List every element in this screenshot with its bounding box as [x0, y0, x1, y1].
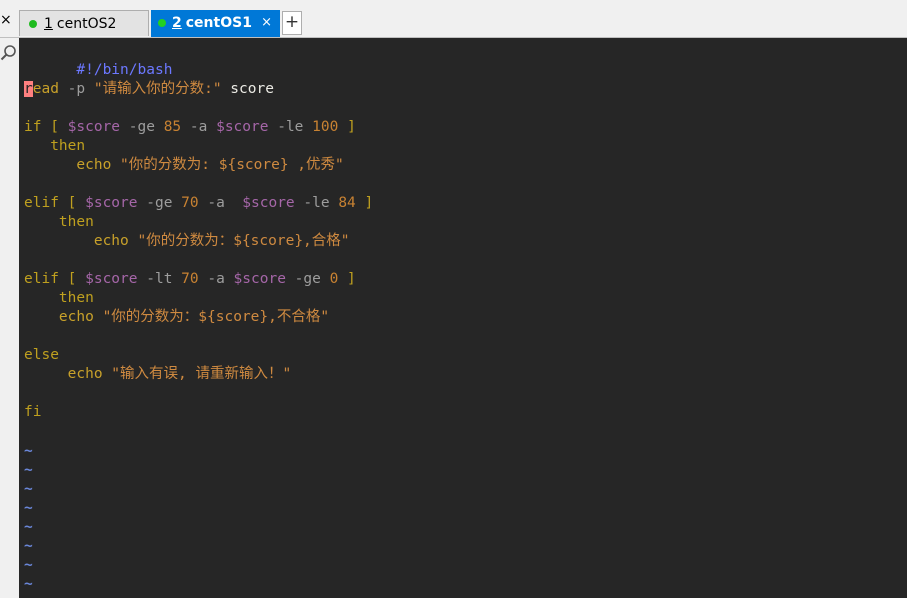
empty-line-marker: ~: [24, 557, 33, 573]
variable: $score: [85, 195, 138, 211]
read-prompt-string: "请输入你的分数:": [93, 81, 222, 97]
operator: -a: [198, 195, 243, 211]
read-option: -p: [58, 81, 94, 97]
operator: -ge: [137, 195, 182, 211]
code-line-elif: elif [ $score -ge 70 -a $score -le 84 ]: [24, 194, 373, 213]
tab-centos1[interactable]: 2 centOS1 ×: [151, 10, 280, 37]
close-all-icon[interactable]: ×: [0, 12, 12, 28]
tab-close-icon[interactable]: ×: [261, 10, 272, 36]
empty-line-marker: ~: [24, 462, 33, 478]
variable: $score: [85, 271, 138, 287]
bracket: ]: [355, 195, 374, 211]
operator: -le: [268, 119, 313, 135]
operator: -ge: [120, 119, 164, 135]
code-line-echo: echo "输入有误, 请重新输入！": [24, 365, 292, 384]
tab-number: 1: [44, 16, 53, 32]
code-line-echo: echo "你的分数为: ${score} ,优秀": [24, 156, 344, 175]
variable: $score: [67, 119, 121, 135]
echo-command: echo: [67, 366, 103, 382]
operator: -a: [181, 119, 217, 135]
code-line-fi: fi: [24, 404, 42, 420]
bracket: ]: [338, 119, 356, 135]
left-sidebar: [0, 38, 19, 598]
code-line-read: read -p "请输入你的分数:" score: [24, 80, 274, 99]
status-dot-icon: [158, 19, 166, 27]
code-line-then: then: [24, 290, 94, 306]
read-command: ead: [32, 81, 59, 97]
empty-line-marker: ~: [24, 443, 33, 459]
operator: -ge: [285, 271, 330, 287]
number: 70: [181, 271, 199, 287]
status-dot-icon: [29, 20, 37, 28]
empty-line-marker: ~: [24, 519, 33, 535]
variable: $score: [242, 195, 295, 211]
tab-centos2[interactable]: 1 centOS2: [19, 10, 149, 36]
operator: -lt: [137, 271, 182, 287]
tab-number: 2: [172, 15, 182, 31]
empty-line-marker: ~: [24, 576, 33, 592]
variable: $score: [233, 271, 286, 287]
echo-string: "你的分数为：${score},不合格": [93, 309, 330, 325]
tab-label: 1 centOS2: [44, 11, 116, 37]
tab-bar: × 1 centOS2 2 centOS1 × +: [0, 0, 907, 38]
echo-string: "你的分数为: ${score} ,优秀": [111, 157, 344, 173]
tab-title: centOS1: [185, 15, 252, 31]
shebang-text: #!/bin/bash: [76, 62, 173, 78]
add-tab-button[interactable]: +: [282, 11, 302, 35]
empty-line-marker: ~: [24, 481, 33, 497]
elif-keyword: elif [: [24, 195, 86, 211]
code-line-elif: elif [ $score -lt 70 -a $score -ge 0 ]: [24, 270, 356, 289]
echo-string: "输入有误, 请重新输入！": [102, 366, 292, 382]
code-line-shebang: #!/bin/bash: [24, 42, 172, 78]
code-line-else: else: [24, 347, 59, 363]
echo-string: "你的分数为：${score},合格": [128, 233, 350, 249]
operator: -le: [294, 195, 339, 211]
search-icon[interactable]: [0, 44, 18, 62]
bracket: ]: [338, 271, 356, 287]
code-line-then: then: [24, 214, 94, 230]
if-keyword: if [: [24, 119, 68, 135]
code-line-echo: echo "你的分数为：${score},合格": [24, 232, 350, 251]
echo-command: echo: [76, 157, 112, 173]
operator: -a: [198, 271, 234, 287]
number: 100: [312, 119, 339, 135]
tab-label: 2 centOS1: [172, 10, 252, 36]
variable: $score: [216, 119, 269, 135]
number: 84: [338, 195, 356, 211]
tab-title: centOS2: [56, 16, 117, 32]
number: 85: [163, 119, 182, 135]
terminal-screen[interactable]: #!/bin/bash read -p "请输入你的分数:" score if …: [19, 38, 907, 598]
text-cursor: r: [24, 81, 33, 97]
code-line-then: then: [24, 138, 86, 154]
empty-line-marker: ~: [24, 500, 33, 516]
read-argument: score: [221, 81, 274, 97]
number: 70: [181, 195, 199, 211]
echo-command: echo: [93, 233, 129, 249]
code-line-echo: echo "你的分数为：${score},不合格": [24, 308, 329, 327]
empty-line-marker: ~: [24, 538, 33, 554]
terminal-window: × 1 centOS2 2 centOS1 × + #!/bin/bash read…: [0, 0, 907, 598]
echo-command: echo: [58, 309, 94, 325]
code-line-if: if [ $score -ge 85 -a $score -le 100 ]: [24, 118, 356, 137]
elif-keyword: elif [: [24, 271, 86, 287]
